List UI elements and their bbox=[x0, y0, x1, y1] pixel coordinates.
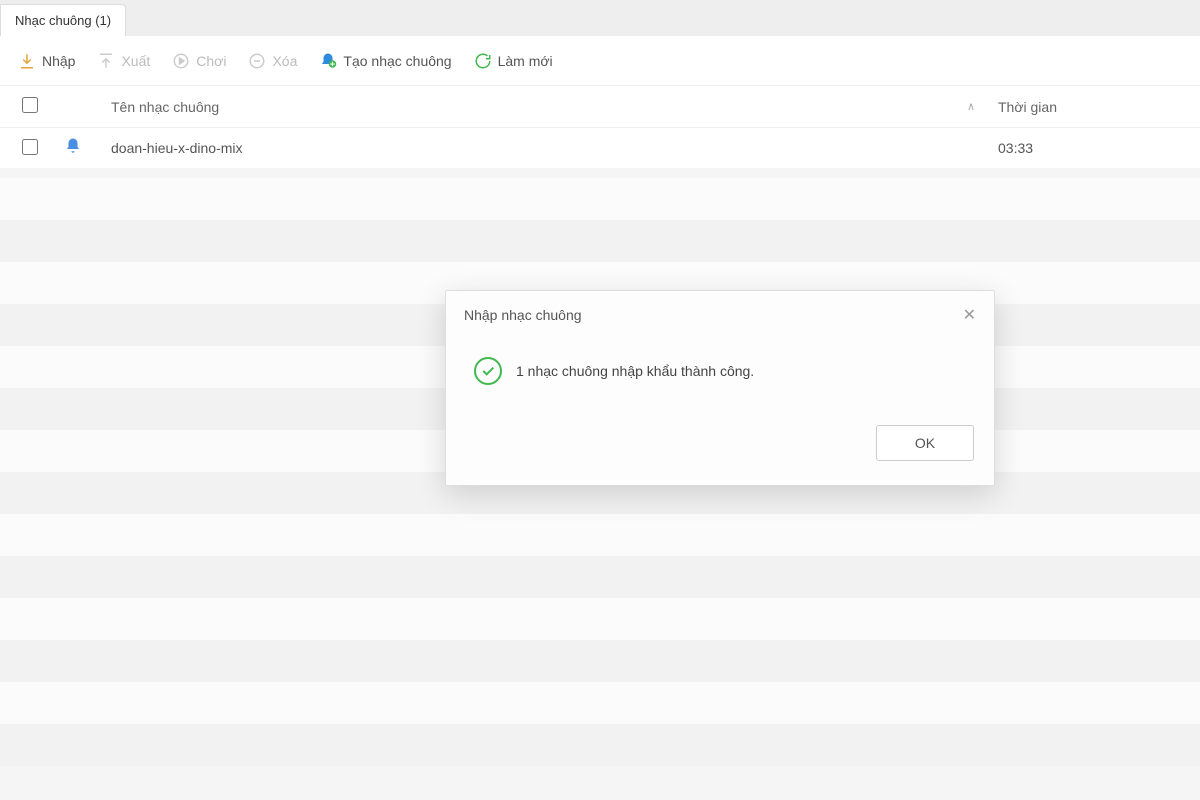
delete-label: Xóa bbox=[272, 53, 297, 69]
select-all-checkbox[interactable] bbox=[22, 97, 38, 113]
import-button[interactable]: Nhập bbox=[18, 52, 75, 70]
bell-plus-icon bbox=[319, 52, 337, 70]
import-success-dialog: Nhập nhạc chuông ✕ 1 nhạc chuông nhập kh… bbox=[445, 290, 995, 486]
play-icon bbox=[172, 52, 190, 70]
create-ringtone-button[interactable]: Tạo nhạc chuông bbox=[319, 52, 451, 70]
delete-icon bbox=[248, 52, 266, 70]
export-button: Xuất bbox=[97, 52, 150, 70]
create-label: Tạo nhạc chuông bbox=[343, 53, 451, 69]
row-time: 03:33 bbox=[998, 140, 1178, 156]
table-header: Tên nhạc chuông ∧ Thời gian bbox=[0, 86, 1200, 128]
ok-label: OK bbox=[915, 435, 935, 451]
refresh-button[interactable]: Làm mới bbox=[474, 52, 553, 70]
dialog-title: Nhập nhạc chuông bbox=[464, 307, 582, 323]
delete-button: Xóa bbox=[248, 52, 297, 70]
export-icon bbox=[97, 52, 115, 70]
toolbar: Nhập Xuất Chơi Xóa Tạo nhạc chuông Làm m… bbox=[0, 36, 1200, 86]
tab-label: Nhạc chuông (1) bbox=[15, 13, 111, 28]
tab-ringtones[interactable]: Nhạc chuông (1) bbox=[0, 4, 126, 36]
row-checkbox[interactable] bbox=[22, 139, 38, 155]
export-label: Xuất bbox=[121, 53, 150, 69]
import-label: Nhập bbox=[42, 53, 75, 69]
refresh-label: Làm mới bbox=[498, 53, 553, 69]
refresh-icon bbox=[474, 52, 492, 70]
bell-icon bbox=[64, 137, 82, 155]
header-time[interactable]: Thời gian bbox=[998, 99, 1178, 115]
table-row[interactable]: doan-hieu-x-dino-mix 03:33 bbox=[0, 128, 1200, 168]
import-icon bbox=[18, 52, 36, 70]
play-label: Chơi bbox=[196, 53, 226, 69]
tab-bar: Nhạc chuông (1) bbox=[0, 0, 1200, 36]
row-name: doan-hieu-x-dino-mix bbox=[106, 140, 944, 156]
play-button: Chơi bbox=[172, 52, 226, 70]
close-icon[interactable]: ✕ bbox=[963, 305, 976, 325]
success-check-icon bbox=[474, 357, 502, 385]
dialog-message: 1 nhạc chuông nhập khẩu thành công. bbox=[516, 363, 754, 379]
header-name[interactable]: Tên nhạc chuông bbox=[106, 99, 944, 115]
sort-indicator-icon[interactable]: ∧ bbox=[956, 100, 986, 113]
ringtone-list: doan-hieu-x-dino-mix 03:33 bbox=[0, 128, 1200, 168]
ok-button[interactable]: OK bbox=[876, 425, 974, 461]
